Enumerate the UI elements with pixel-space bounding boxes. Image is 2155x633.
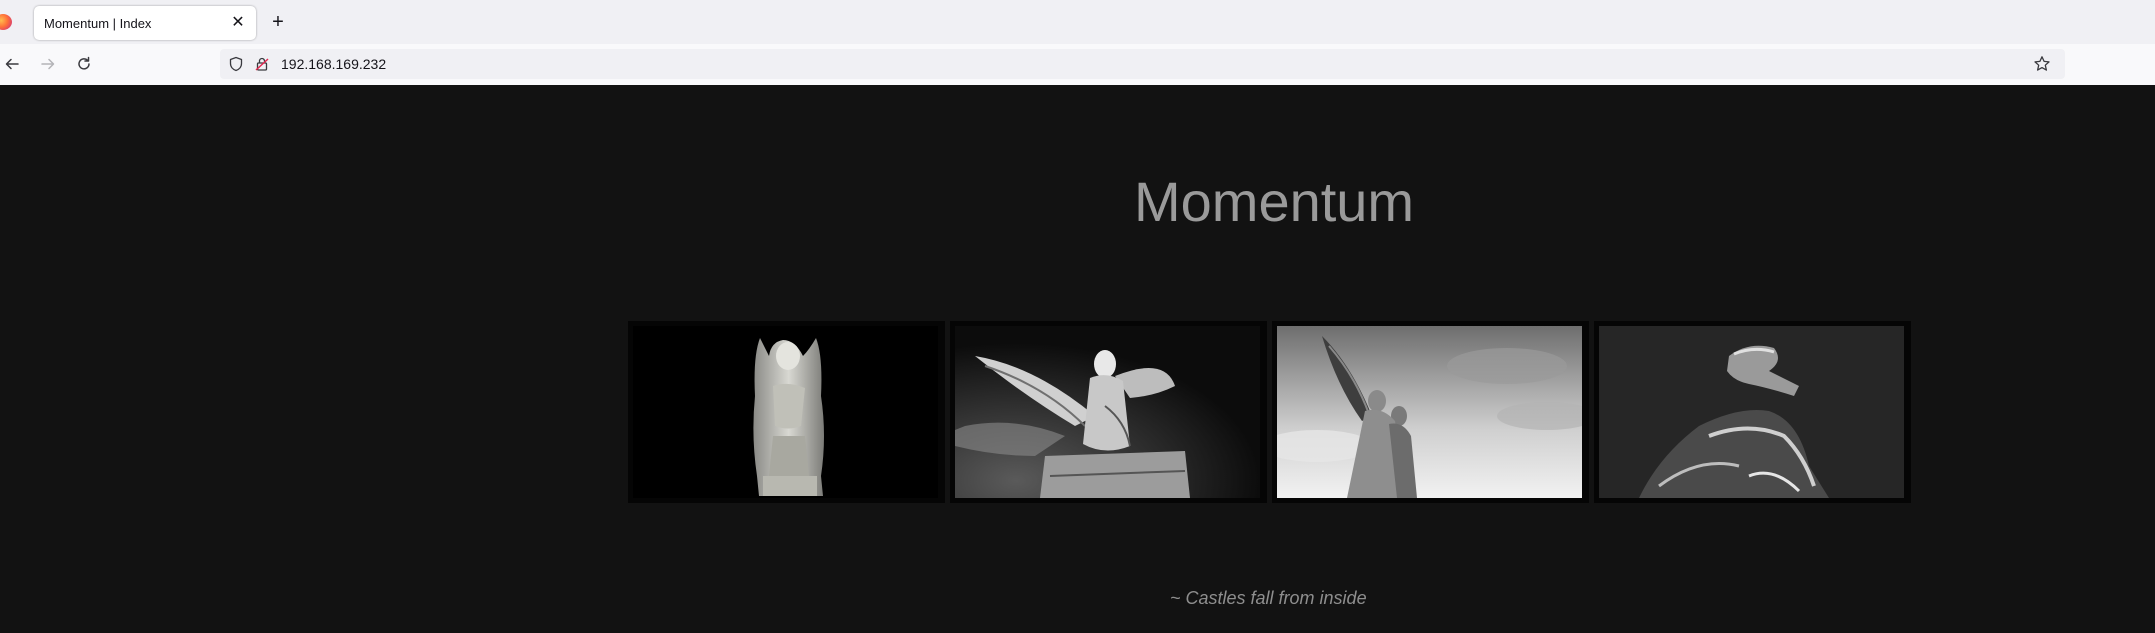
gargoyle-statue-photo[interactable] [633, 326, 938, 498]
tab-strip: Momentum | Index ✕ + [0, 0, 2155, 44]
new-tab-button[interactable]: + [266, 10, 290, 34]
star-icon[interactable] [2033, 55, 2051, 73]
browser-chrome: Momentum | Index ✕ + 192.168.169.232 [0, 0, 2155, 86]
dark-angel-statue-photo[interactable] [1599, 326, 1904, 498]
address-bar[interactable]: 192.168.169.232 [220, 49, 2065, 79]
reload-icon[interactable] [72, 52, 96, 76]
page-content: Momentum ~ Castles fall from inside [0, 85, 2155, 633]
page-title: Momentum [1134, 170, 1415, 233]
tab-close-icon[interactable]: ✕ [228, 13, 248, 33]
forward-arrow-icon[interactable] [36, 52, 60, 76]
navigation-toolbar: 192.168.169.232 [0, 44, 2155, 86]
gallery-item[interactable] [1594, 321, 1911, 503]
url-text[interactable]: 192.168.169.232 [281, 56, 386, 72]
shield-icon[interactable] [228, 56, 244, 72]
winged-angel-statue-photo[interactable] [955, 326, 1260, 498]
angels-sky-statue-photo[interactable] [1277, 326, 1582, 498]
image-gallery [628, 321, 1911, 503]
quote-text: ~ Castles fall from inside [1170, 588, 1367, 608]
back-arrow-icon[interactable] [0, 52, 24, 76]
tab-momentum-index[interactable]: Momentum | Index ✕ [34, 6, 256, 40]
gallery-item[interactable] [628, 321, 945, 503]
gallery-item[interactable] [950, 321, 1267, 503]
insecure-lock-icon[interactable] [254, 56, 270, 72]
tab-title: Momentum | Index [44, 16, 152, 31]
gallery-item[interactable] [1272, 321, 1589, 503]
firefox-logo-icon[interactable] [0, 14, 14, 30]
